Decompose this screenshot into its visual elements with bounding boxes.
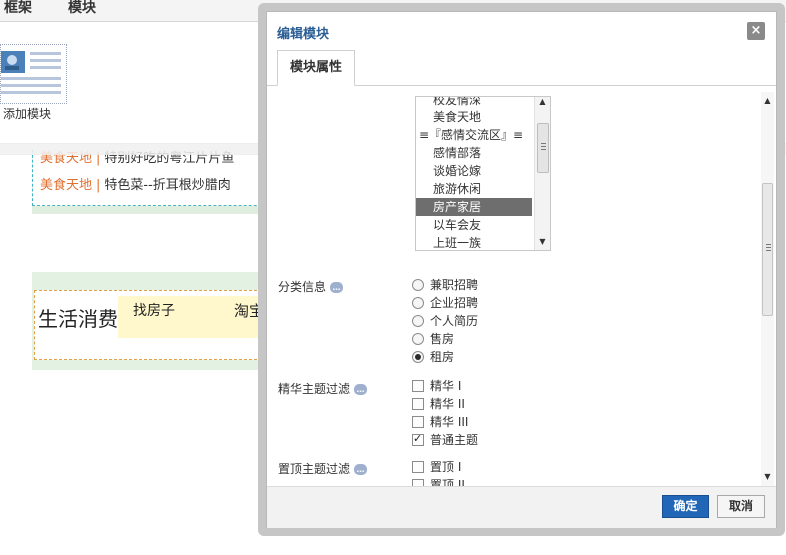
dialog-content: 校友情深 美食天地 ≡『感情交流区』≡ 感情部落 谈婚论嫁 旅游休闲 房产家居 … — [267, 86, 764, 486]
listbox-item[interactable]: ≡『感情交流区』≡ — [416, 126, 532, 144]
option-label: 个人简历 — [430, 314, 479, 328]
checkbox-icon[interactable] — [412, 397, 424, 410]
digest-label: 精华主题过滤… — [278, 380, 368, 397]
listbox-item-selected[interactable]: 房产家居 — [416, 198, 532, 216]
sticky-label-text: 置顶主题过滤 — [278, 462, 351, 476]
listbox-item[interactable]: 以车会友 — [416, 216, 532, 234]
digest-label-text: 精华主题过滤 — [278, 382, 351, 396]
checkbox-sticky-option[interactable]: 置顶 I — [412, 458, 461, 475]
cancel-button[interactable]: 取消 — [717, 495, 765, 518]
scroll-down-icon[interactable]: ▼ — [761, 472, 774, 481]
news-block-footer — [32, 206, 292, 214]
option-label: 置顶 II — [430, 478, 465, 486]
sticky-label: 置顶主题过滤… — [278, 460, 368, 477]
forum-listbox[interactable]: 校友情深 美食天地 ≡『感情交流区』≡ 感情部落 谈婚论嫁 旅游休闲 房产家居 … — [415, 96, 551, 251]
radio-icon[interactable] — [412, 278, 424, 291]
listbox-scroll-thumb[interactable] — [537, 123, 549, 173]
dialog-scroll-thumb[interactable] — [762, 183, 773, 316]
radio-classify-option[interactable]: 售房 — [412, 330, 454, 347]
option-label: 精华 I — [430, 379, 462, 393]
life-title: 生活消费 — [38, 307, 118, 331]
close-icon[interactable]: × — [747, 22, 765, 40]
tab-module-properties[interactable]: 模块属性 — [277, 50, 355, 86]
checkbox-icon[interactable] — [412, 460, 424, 473]
confirm-button[interactable]: 确定 — [662, 495, 709, 518]
listbox-item[interactable]: 感情部落 — [416, 144, 532, 162]
option-label: 兼职招聘 — [430, 278, 479, 292]
checkbox-digest-option[interactable]: 精华 II — [412, 395, 465, 412]
option-label: 精华 II — [430, 397, 465, 411]
listbox-item[interactable]: 美食天地 — [416, 108, 532, 126]
radio-classify-option-selected[interactable]: 租房 — [412, 348, 454, 365]
listbox-item[interactable]: 旅游休闲 — [416, 180, 532, 198]
menu-frame[interactable]: 框架 — [4, 0, 32, 17]
checkbox-icon[interactable] — [412, 379, 424, 392]
checkbox-sticky-option[interactable]: 置顶 II — [412, 476, 465, 486]
option-label: 租房 — [430, 350, 455, 364]
classify-label: 分类信息… — [278, 278, 344, 295]
help-icon[interactable]: … — [330, 282, 344, 293]
checkbox-digest-option[interactable]: 精华 III — [412, 413, 468, 430]
listbox-item[interactable]: 上班一族 — [416, 234, 532, 250]
scroll-up-icon[interactable]: ▲ — [761, 96, 774, 105]
radio-icon[interactable] — [412, 332, 424, 345]
help-icon[interactable]: … — [354, 384, 368, 395]
checkbox-icon[interactable] — [412, 415, 424, 428]
option-label: 售房 — [430, 332, 455, 346]
news-separator: | — [96, 178, 101, 193]
checkbox-digest-option[interactable]: 精华 I — [412, 377, 461, 394]
option-label: 普通主题 — [430, 433, 479, 447]
news-title[interactable]: 特色菜--折耳根炒腊肉 — [104, 178, 230, 193]
radio-classify-option[interactable]: 企业招聘 — [412, 294, 478, 311]
checkbox-digest-option-checked[interactable]: 普通主题 — [412, 431, 478, 448]
option-label: 置顶 I — [430, 460, 462, 474]
menu-module[interactable]: 模块 — [68, 0, 96, 17]
option-label: 企业招聘 — [430, 296, 479, 310]
module-thumbnail-icon — [1, 51, 61, 94]
news-category[interactable]: 美食天地 — [40, 178, 92, 193]
scroll-down-icon[interactable]: ▼ — [535, 237, 550, 246]
news-item[interactable]: 美食天地 | 特色菜--折耳根炒腊肉 — [40, 174, 231, 193]
checkbox-checked-icon[interactable] — [412, 432, 424, 446]
radio-classify-option[interactable]: 个人简历 — [412, 312, 478, 329]
link-find-house[interactable]: 找房子 — [133, 300, 175, 320]
add-module-button[interactable] — [0, 44, 67, 104]
page: 框架 模块 添加模块 美食天地 | 特别好吃的粤江片片鱼 美食天地 | 特色菜--折耳根… — [0, 0, 786, 555]
edit-module-dialog: 编辑模块 × 模块属性 校友情深 美食天地 ≡『感情交流区』≡ 感情部落 谈婚论… — [266, 11, 777, 528]
radio-classify-option[interactable]: 兼职招聘 — [412, 276, 478, 293]
help-icon[interactable]: … — [354, 464, 368, 475]
add-module-label[interactable]: 添加模块 — [3, 105, 51, 122]
listbox-scrollbar[interactable]: ▲ ▼ — [534, 97, 550, 250]
dialog-scrollbar[interactable]: ▲ ▼ — [761, 92, 774, 486]
scroll-up-icon[interactable]: ▲ — [535, 97, 550, 106]
checkbox-icon[interactable] — [412, 478, 424, 486]
dialog-title: 编辑模块 — [277, 27, 330, 42]
listbox-item[interactable]: 谈婚论嫁 — [416, 162, 532, 180]
radio-icon[interactable] — [412, 314, 424, 327]
dialog-footer: 确定 取消 — [267, 486, 776, 528]
classify-label-text: 分类信息 — [278, 280, 327, 294]
option-label: 精华 III — [430, 415, 469, 429]
radio-icon[interactable] — [412, 296, 424, 309]
radio-checked-icon[interactable] — [412, 350, 424, 363]
